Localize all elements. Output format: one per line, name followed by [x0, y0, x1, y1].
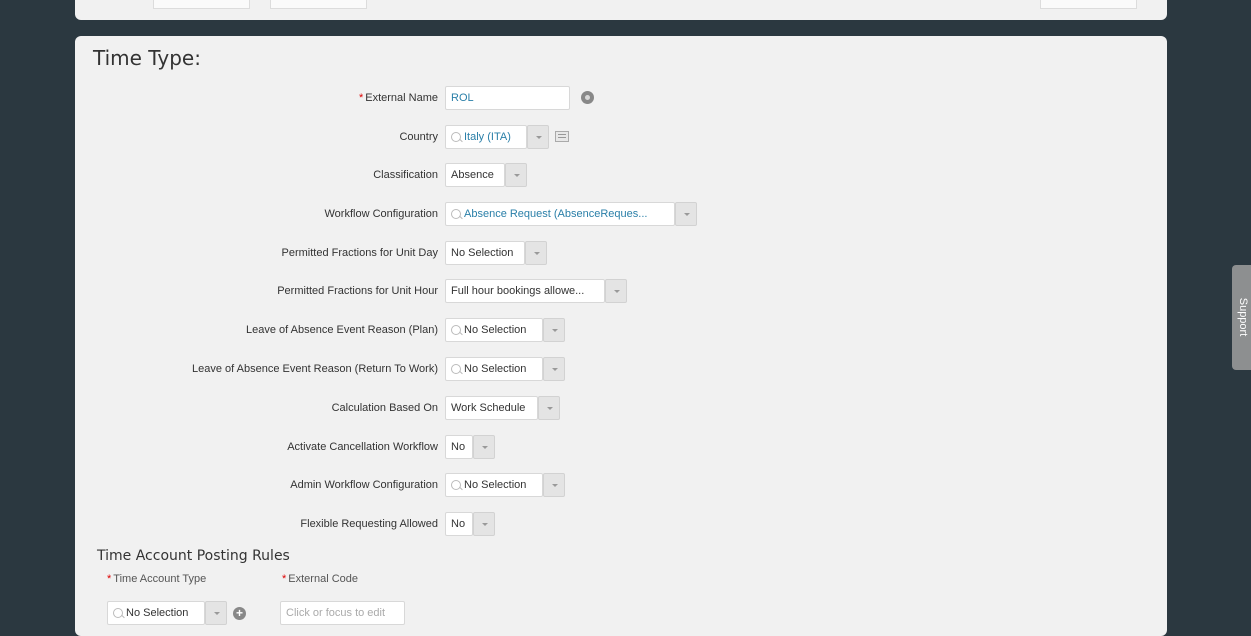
- field-label: Activate Cancellation Workflow: [287, 441, 438, 453]
- field-label: Permitted Fractions for Unit Day: [281, 247, 439, 259]
- field-value: ROL: [451, 92, 474, 104]
- field-label: Flexible Requesting Allowed: [300, 518, 438, 530]
- field-label: Admin Workflow Configuration: [290, 479, 438, 491]
- chevron-down-icon[interactable]: [605, 279, 627, 303]
- chevron-down-icon[interactable]: [473, 435, 495, 459]
- previous-panel-field: [270, 0, 367, 9]
- required-marker: *: [358, 92, 364, 104]
- field-label: Permitted Fractions for Unit Hour: [277, 285, 438, 297]
- field-label: Classification: [373, 169, 438, 181]
- previous-panel: [75, 0, 1167, 20]
- chevron-down-icon[interactable]: [675, 202, 697, 226]
- field-value: Absence: [451, 169, 494, 181]
- panel-title: Time Type:: [93, 46, 201, 70]
- chevron-down-icon[interactable]: [527, 125, 549, 149]
- external-name-input[interactable]: ROL: [445, 86, 570, 110]
- previous-panel-field: [153, 0, 250, 9]
- fractions-unit-day-select[interactable]: No Selection: [445, 241, 525, 265]
- posting-rules-title: Time Account Posting Rules: [97, 548, 290, 564]
- translate-globe-icon[interactable]: [581, 91, 594, 104]
- fractions-unit-hour-select[interactable]: Full hour bookings allowe...: [445, 279, 605, 303]
- field-label: Calculation Based On: [331, 402, 438, 414]
- field-label: Leave of Absence Event Reason (Return To…: [191, 363, 438, 375]
- field-row-calculation-based-on: Calculation Based On Work Schedule: [75, 396, 1167, 422]
- chevron-down-icon[interactable]: [543, 318, 565, 342]
- chevron-down-icon[interactable]: [505, 163, 527, 187]
- search-icon: [451, 209, 461, 219]
- column-header-label: Time Account Type: [113, 573, 207, 585]
- calculation-based-on-select[interactable]: Work Schedule: [445, 396, 538, 420]
- search-icon: [113, 608, 123, 618]
- column-header-external-code: * External Code: [282, 573, 358, 585]
- support-label: Support: [1237, 297, 1249, 337]
- field-value: No Selection: [464, 324, 527, 336]
- time-account-type-lookup[interactable]: No Selection: [107, 601, 205, 625]
- field-value: Absence Request (AbsenceReques...: [464, 208, 648, 220]
- field-row-loa-reason-plan: Leave of Absence Event Reason (Plan) No …: [75, 318, 1167, 344]
- admin-workflow-configuration-lookup[interactable]: No Selection: [445, 473, 543, 497]
- field-value: Work Schedule: [451, 402, 526, 414]
- support-tab[interactable]: Support: [1232, 265, 1251, 370]
- field-label: Workflow Configuration: [324, 208, 438, 220]
- field-value: No Selection: [464, 363, 527, 375]
- activate-cancellation-workflow-select[interactable]: No: [445, 435, 473, 459]
- field-row-admin-workflow-configuration: Admin Workflow Configuration No Selectio…: [75, 473, 1167, 499]
- chevron-down-icon[interactable]: [543, 473, 565, 497]
- field-value: Italy (ITA): [464, 131, 511, 143]
- chevron-down-icon[interactable]: [538, 396, 560, 420]
- field-placeholder: Click or focus to edit: [286, 607, 386, 619]
- search-icon: [451, 132, 461, 142]
- field-label: Country: [399, 131, 438, 143]
- add-row-icon[interactable]: +: [233, 607, 246, 620]
- field-value: No: [451, 518, 466, 530]
- loa-reason-return-lookup[interactable]: No Selection: [445, 357, 543, 381]
- field-row-external-name: * External Name ROL: [75, 86, 1167, 112]
- time-type-panel: Time Type: * External Name ROL Country It…: [75, 36, 1167, 636]
- required-marker: *: [107, 573, 112, 585]
- chevron-down-icon[interactable]: [205, 601, 227, 625]
- field-row-classification: Classification Absence: [75, 163, 1167, 189]
- field-row-activate-cancellation-workflow: Activate Cancellation Workflow No: [75, 435, 1167, 461]
- chevron-down-icon[interactable]: [525, 241, 547, 265]
- previous-panel-field: [1040, 0, 1137, 9]
- field-row-fractions-unit-day: Permitted Fractions for Unit Day No Sele…: [75, 241, 1167, 267]
- field-label: External Name: [365, 92, 438, 104]
- required-marker: *: [282, 573, 287, 585]
- field-value: No Selection: [464, 479, 527, 491]
- loa-reason-plan-lookup[interactable]: No Selection: [445, 318, 543, 342]
- country-lookup[interactable]: Italy (ITA): [445, 125, 527, 149]
- field-row-country: Country Italy (ITA): [75, 125, 1167, 151]
- field-value: No: [451, 441, 466, 453]
- field-label: Leave of Absence Event Reason (Plan): [245, 324, 438, 336]
- column-header-time-account-type: * Time Account Type: [107, 573, 206, 585]
- chevron-down-icon[interactable]: [543, 357, 565, 381]
- search-icon: [451, 325, 461, 335]
- external-code-input[interactable]: Click or focus to edit: [280, 601, 405, 625]
- field-row-flexible-requesting-allowed: Flexible Requesting Allowed No: [75, 512, 1167, 538]
- flexible-requesting-allowed-select[interactable]: No: [445, 512, 473, 536]
- details-card-icon[interactable]: [555, 131, 569, 142]
- field-value: No Selection: [451, 247, 514, 259]
- field-row-loa-reason-return: Leave of Absence Event Reason (Return To…: [75, 357, 1167, 383]
- chevron-down-icon[interactable]: [473, 512, 495, 536]
- field-row-workflow-configuration: Workflow Configuration Absence Request (…: [75, 202, 1167, 228]
- search-icon: [451, 480, 461, 490]
- field-value: Full hour bookings allowe...: [451, 285, 585, 297]
- classification-select[interactable]: Absence: [445, 163, 505, 187]
- column-header-label: External Code: [288, 573, 358, 585]
- search-icon: [451, 364, 461, 374]
- field-value: No Selection: [126, 607, 189, 619]
- field-row-fractions-unit-hour: Permitted Fractions for Unit Hour Full h…: [75, 279, 1167, 305]
- workflow-configuration-lookup[interactable]: Absence Request (AbsenceReques...: [445, 202, 675, 226]
